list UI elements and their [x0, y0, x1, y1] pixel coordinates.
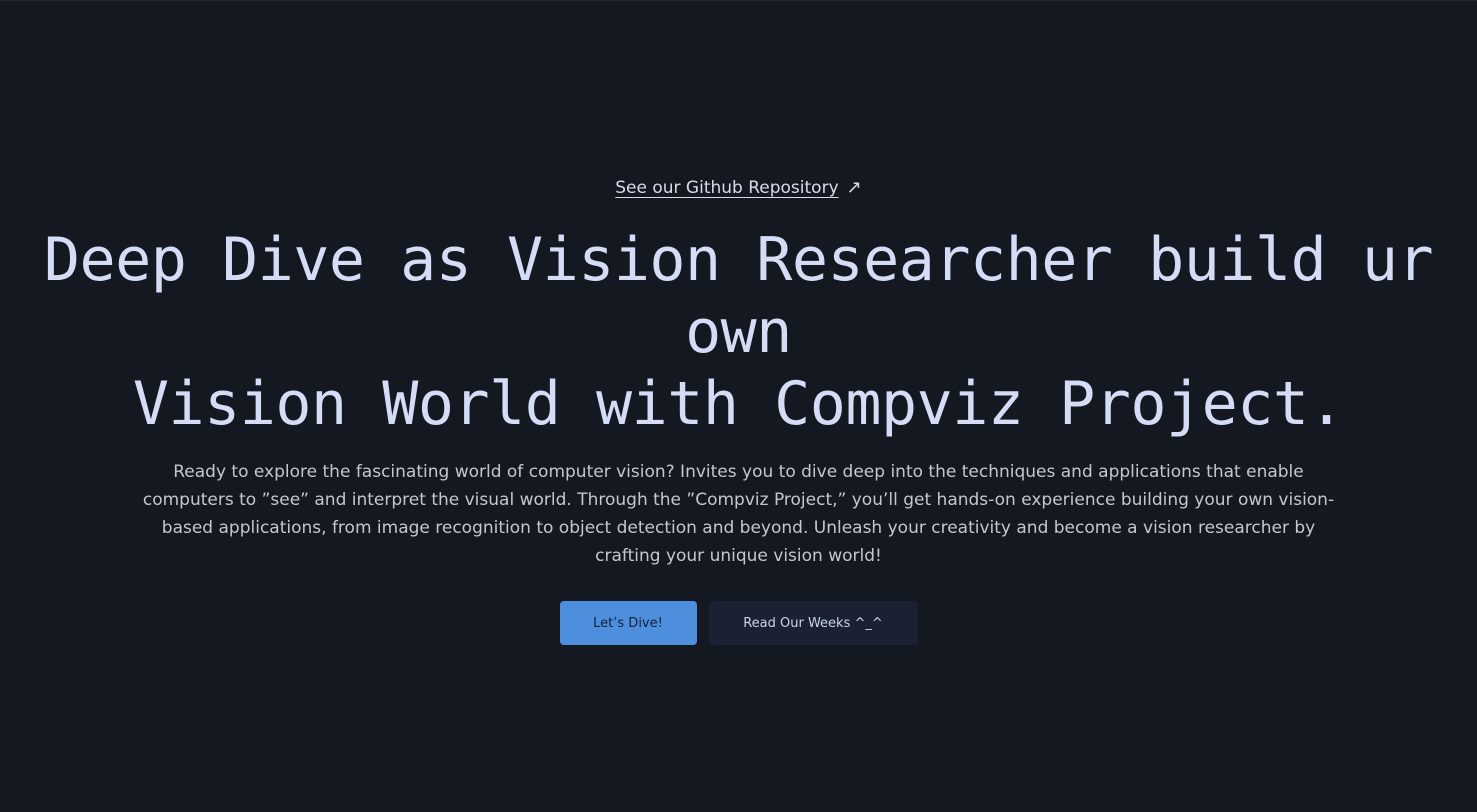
github-repo-link[interactable]: See our Github Repository ↗ [615, 170, 861, 206]
hero-section: See our Github Repository ↗ Deep Dive as… [0, 170, 1477, 645]
github-repo-link-label[interactable]: See our Github Repository [615, 170, 838, 206]
hero-description: Ready to explore the fascinating world o… [142, 462, 1335, 566]
hero-headline: Deep Dive as Vision Researcher build ur … [39, 224, 1439, 440]
read-our-weeks-button[interactable]: Read Our Weeks ^_^ [708, 601, 918, 645]
top-divider [0, 0, 1477, 1]
lets-dive-button[interactable]: Let’s Dive! [559, 601, 697, 645]
hero-headline-line-2: Vision World with Compviz Project. [132, 369, 1345, 439]
external-link-arrow-icon: ↗ [846, 177, 862, 198]
hero-actions: Let’s Dive! Read Our Weeks ^_^ [559, 601, 918, 645]
hero-headline-line-1: Deep Dive as Vision Researcher build ur … [43, 225, 1434, 367]
